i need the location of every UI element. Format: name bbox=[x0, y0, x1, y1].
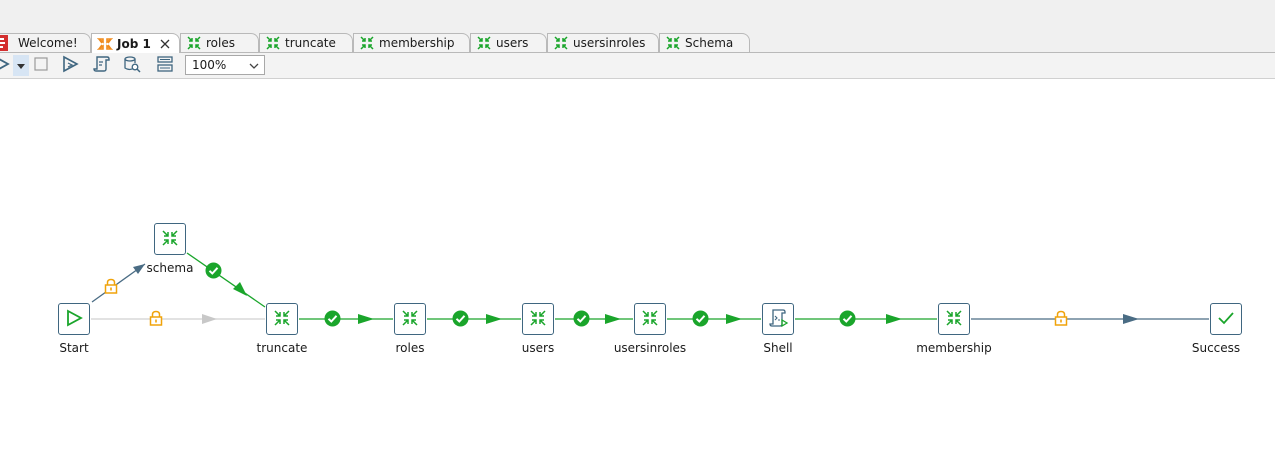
run-icon bbox=[0, 57, 10, 74]
lock-icon bbox=[1054, 310, 1068, 329]
close-icon[interactable] bbox=[160, 39, 170, 49]
node-usersinroles[interactable] bbox=[634, 303, 666, 335]
script-button[interactable] bbox=[91, 55, 113, 76]
arrowhead bbox=[605, 314, 621, 324]
window-header-area bbox=[0, 0, 1275, 33]
database-search-icon bbox=[123, 55, 141, 76]
joblet-icon bbox=[272, 308, 292, 331]
joblet-icon bbox=[265, 35, 281, 51]
joblet-icon bbox=[160, 228, 180, 251]
arrowhead bbox=[1123, 314, 1139, 324]
tab-label: roles bbox=[206, 36, 235, 50]
node-label-roles: roles bbox=[395, 341, 425, 355]
tab-membership[interactable]: membership bbox=[353, 33, 470, 52]
node-label-membership: membership bbox=[916, 341, 992, 355]
job-icon bbox=[97, 36, 113, 52]
tab-usersinroles[interactable]: usersinroles bbox=[547, 33, 659, 52]
tab-label: Welcome! bbox=[18, 36, 78, 50]
check-icon bbox=[573, 310, 590, 330]
lock-icon bbox=[149, 310, 163, 329]
node-roles[interactable] bbox=[394, 303, 426, 335]
node-shell[interactable] bbox=[762, 303, 794, 335]
node-label-users: users bbox=[521, 341, 555, 355]
run-options-dropdown[interactable] bbox=[13, 55, 29, 76]
tab-truncate[interactable]: truncate bbox=[259, 33, 353, 52]
arrowhead bbox=[886, 314, 902, 324]
debug-run-button[interactable] bbox=[60, 55, 82, 76]
connection-layer bbox=[91, 252, 1209, 324]
editor-tab-bar: Welcome! Job 1 roles truncate membership… bbox=[0, 33, 1275, 53]
node-truncate[interactable] bbox=[266, 303, 298, 335]
designer-toolbar: 100% bbox=[0, 53, 1275, 79]
tab-roles[interactable]: roles bbox=[180, 33, 259, 52]
node-membership[interactable] bbox=[938, 303, 970, 335]
node-label-start: Start bbox=[59, 341, 89, 355]
check-icon bbox=[839, 310, 856, 330]
joblet-icon bbox=[476, 35, 492, 51]
arrowhead bbox=[233, 282, 247, 296]
arrowhead bbox=[202, 314, 217, 324]
node-label-truncate: truncate bbox=[256, 341, 308, 355]
tab-label: usersinroles bbox=[573, 36, 646, 50]
shell-script-icon bbox=[767, 307, 789, 332]
check-icon bbox=[452, 310, 469, 330]
node-label-shell: Shell bbox=[763, 341, 793, 355]
tab-schema[interactable]: Schema bbox=[659, 33, 750, 52]
zoom-select[interactable]: 100% bbox=[185, 55, 265, 75]
node-label-schema: schema bbox=[146, 261, 194, 275]
node-label-usersinroles: usersinroles bbox=[613, 341, 687, 355]
tab-label: membership bbox=[379, 36, 455, 50]
arrowhead bbox=[486, 314, 502, 324]
lock-icon bbox=[104, 278, 118, 297]
node-success[interactable] bbox=[1210, 303, 1242, 335]
script-icon bbox=[93, 55, 111, 76]
dropdown-icon bbox=[17, 59, 25, 73]
joblet-icon bbox=[640, 308, 660, 331]
tab-label: Job 1 bbox=[117, 36, 151, 51]
tab-label: Schema bbox=[685, 36, 734, 50]
joblet-icon bbox=[944, 308, 964, 331]
tab-welcome[interactable]: Welcome! bbox=[0, 33, 91, 52]
talend-logo-icon bbox=[0, 35, 14, 51]
job-designer-canvas[interactable]: Start schema truncate roles users usersi… bbox=[0, 79, 1275, 475]
joblet-icon bbox=[400, 308, 420, 331]
tab-label: truncate bbox=[285, 36, 336, 50]
stop-button[interactable] bbox=[30, 55, 52, 76]
stop-icon bbox=[34, 57, 48, 74]
tab-job-1[interactable]: Job 1 bbox=[91, 33, 180, 53]
node-users[interactable] bbox=[522, 303, 554, 335]
joblet-icon bbox=[553, 35, 569, 51]
check-icon bbox=[692, 310, 709, 330]
database-search-button[interactable] bbox=[121, 55, 143, 76]
debug-run-icon bbox=[62, 55, 80, 76]
node-label-success: Success bbox=[1191, 341, 1241, 355]
check-icon bbox=[324, 310, 341, 330]
node-start[interactable] bbox=[58, 303, 90, 335]
tab-label: users bbox=[496, 36, 529, 50]
run-button[interactable] bbox=[0, 55, 12, 76]
arrowhead bbox=[726, 314, 742, 324]
chevron-down-icon bbox=[249, 60, 259, 70]
start-icon bbox=[64, 308, 84, 331]
zoom-value: 100% bbox=[192, 58, 227, 72]
checkmark-icon bbox=[1216, 308, 1236, 331]
layout-icon bbox=[156, 55, 174, 76]
joblet-icon bbox=[359, 35, 375, 51]
arrowhead bbox=[358, 314, 374, 324]
joblet-icon bbox=[665, 35, 681, 51]
node-schema[interactable] bbox=[154, 223, 186, 255]
joblet-icon bbox=[186, 35, 202, 51]
layout-button[interactable] bbox=[154, 55, 176, 76]
tab-users[interactable]: users bbox=[470, 33, 547, 52]
joblet-icon bbox=[528, 308, 548, 331]
